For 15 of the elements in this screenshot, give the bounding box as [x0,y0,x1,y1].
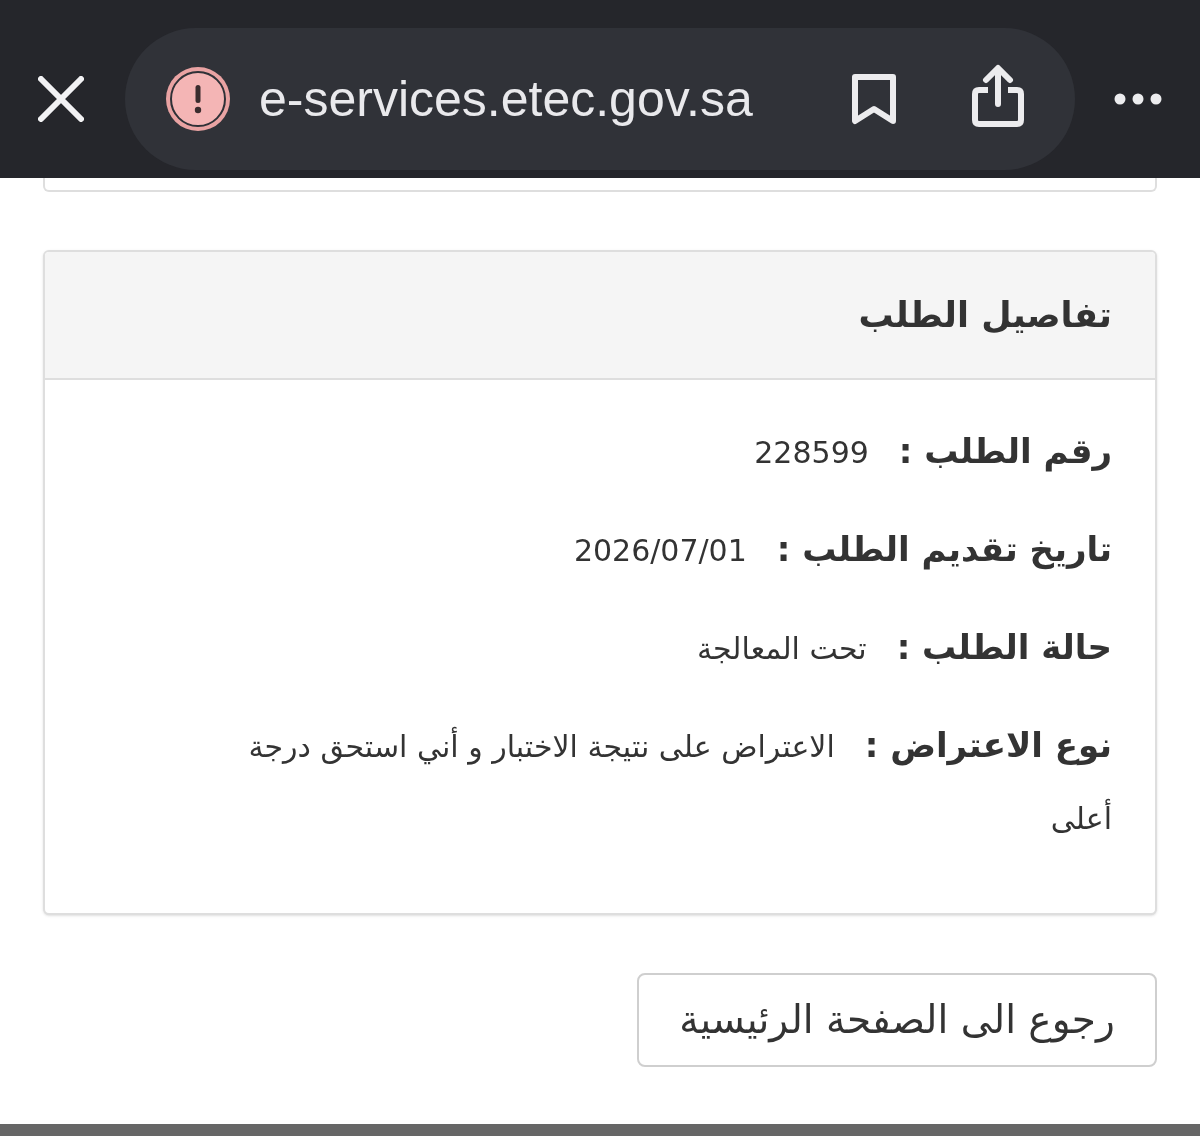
card-title: تفاصيل الطلب [858,294,1112,337]
close-icon [38,76,84,122]
close-button[interactable] [37,75,85,123]
detail-line: حالة الطلب : تحت المعالجة [695,626,1112,669]
bookmark-button[interactable] [851,73,897,125]
back-to-home-button[interactable]: رجوع الى الصفحة الرئيسية [637,973,1157,1067]
more-icon [1114,93,1162,105]
bookmark-icon [851,73,897,125]
address-bar[interactable]: e-services.etec.gov.sa [125,28,1075,170]
detail-line: نوع الاعتراض : الاعتراض على نتيجة الاختبار و أني استحق درجة أعلى [247,724,1112,838]
warning-icon [166,67,230,131]
more-button[interactable] [1114,93,1162,105]
share-button[interactable] [971,64,1025,128]
share-icon [971,64,1025,128]
url-text: e-services.etec.gov.sa [259,70,753,128]
